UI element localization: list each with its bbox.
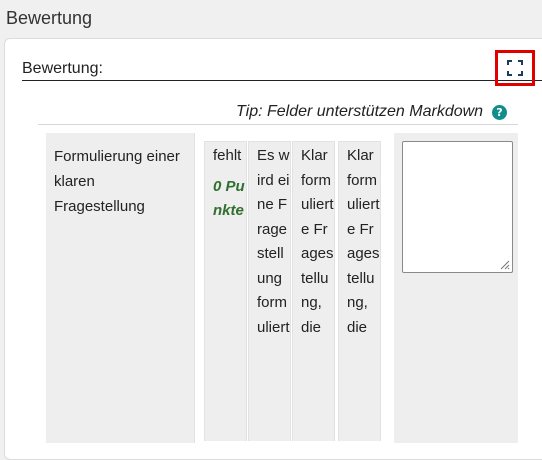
level-description: Klar formulierte Fragestellung, die [347,147,380,336]
markdown-tip: Tip: Felder unterstützen Markdown [236,103,484,120]
fullscreen-icon [507,60,523,76]
criterion-text: Formulierung einer klaren Fragestellung [54,148,180,215]
level-description: fehlt [213,147,242,164]
remark-textarea[interactable] [402,141,513,273]
level-description: Es wird eine Fragestellung formuliert [257,147,290,336]
label-divider [22,80,542,81]
level-description: Klar formulierte Fragestellung, die [301,147,334,336]
page-title: Bewertung [6,8,93,28]
levels-cell: fehlt 0 Punkte Es wird eine Fragestellun… [196,133,393,443]
rating-field-label: Bewertung: [22,60,103,77]
remark-column [394,133,518,443]
level-option-3[interactable]: Klar formulierte Fragestellung, die [338,141,381,441]
resize-grip-icon[interactable] [498,258,510,270]
level-option-0[interactable]: fehlt 0 Punkte [204,141,247,441]
fullscreen-button[interactable] [495,50,535,86]
criterion-cell: Formulierung einer klaren Fragestellung [46,133,195,443]
help-icon[interactable]: ? [492,105,507,120]
level-option-1[interactable]: Es wird eine Fragestellung formuliert [248,141,291,441]
level-option-2[interactable]: Klar formulierte Fragestellung, die [292,141,335,441]
level-points: 0 Punkte [213,177,245,220]
